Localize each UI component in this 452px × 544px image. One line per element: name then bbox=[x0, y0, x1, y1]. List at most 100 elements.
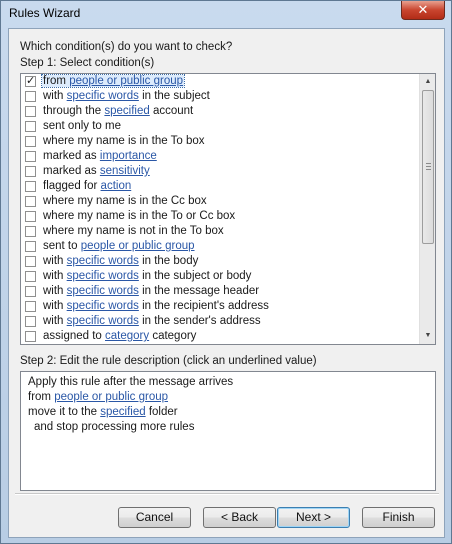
scroll-down-icon[interactable]: ▼ bbox=[420, 328, 436, 344]
underlined-value-link[interactable]: specific words bbox=[67, 300, 139, 312]
condition-item[interactable]: with specific words in the subject bbox=[21, 89, 420, 104]
condition-item[interactable]: sent only to me bbox=[21, 119, 420, 134]
condition-item[interactable]: where my name is in the To or Cc box bbox=[21, 209, 420, 224]
underlined-value-link[interactable]: importance bbox=[100, 150, 157, 162]
text-segment: in the subject or body bbox=[138, 270, 252, 282]
conditions-scrollbar[interactable]: ▲ ▼ bbox=[419, 74, 435, 344]
condition-label: where my name is in the To or Cc box bbox=[42, 210, 236, 222]
underlined-value-link[interactable]: people or public group bbox=[69, 75, 183, 87]
text-segment: in the body bbox=[138, 255, 199, 267]
text-segment: folder bbox=[145, 406, 178, 418]
description-line: and stop processing more rules bbox=[28, 420, 428, 435]
text-segment: from bbox=[28, 391, 55, 403]
condition-checkbox[interactable] bbox=[25, 181, 36, 192]
condition-label: assigned to category category bbox=[42, 330, 197, 342]
condition-item[interactable]: with specific words in the body bbox=[21, 254, 420, 269]
question-label: Which condition(s) do you want to check? bbox=[20, 41, 233, 53]
condition-checkbox[interactable] bbox=[25, 166, 36, 177]
condition-label: marked as importance bbox=[42, 150, 158, 162]
title-bar[interactable]: Rules Wizard ✕ bbox=[1, 1, 451, 27]
text-segment: with bbox=[43, 285, 67, 297]
underlined-value-link[interactable]: people or public group bbox=[54, 391, 168, 403]
condition-checkbox[interactable] bbox=[25, 226, 36, 237]
condition-checkbox[interactable] bbox=[25, 106, 36, 117]
text-segment: with bbox=[43, 315, 67, 327]
underlined-value-link[interactable]: category bbox=[105, 330, 149, 342]
condition-label: with specific words in the subject bbox=[42, 90, 211, 102]
condition-label: where my name is in the To box bbox=[42, 135, 206, 147]
condition-item[interactable]: marked as sensitivity bbox=[21, 164, 420, 179]
text-segment: and stop processing more rules bbox=[34, 421, 195, 433]
condition-checkbox[interactable] bbox=[25, 256, 36, 267]
condition-item[interactable]: flagged for action bbox=[21, 179, 420, 194]
text-segment: category bbox=[149, 330, 197, 342]
text-segment: in the subject bbox=[138, 90, 210, 102]
condition-label: with specific words in the subject or bo… bbox=[42, 270, 252, 282]
condition-checkbox[interactable] bbox=[25, 316, 36, 327]
condition-checkbox[interactable] bbox=[25, 286, 36, 297]
condition-checkbox[interactable] bbox=[25, 271, 36, 282]
condition-item[interactable]: where my name is in the To box bbox=[21, 134, 420, 149]
condition-label: from people or public group bbox=[40, 74, 186, 88]
text-segment: through the bbox=[43, 105, 105, 117]
underlined-value-link[interactable]: specific words bbox=[67, 255, 139, 267]
condition-checkbox[interactable] bbox=[25, 301, 36, 312]
scroll-thumb[interactable] bbox=[422, 90, 434, 244]
text-segment: sent to bbox=[43, 240, 81, 252]
underlined-value-link[interactable]: people or public group bbox=[81, 240, 195, 252]
condition-item[interactable]: with specific words in the sender's addr… bbox=[21, 314, 420, 329]
condition-item[interactable]: assigned to category category bbox=[21, 329, 420, 344]
text-segment: in the sender's address bbox=[138, 315, 261, 327]
underlined-value-link[interactable]: specific words bbox=[67, 285, 139, 297]
step1-label: Step 1: Select condition(s) bbox=[20, 57, 155, 69]
scroll-up-icon[interactable]: ▲ bbox=[420, 74, 436, 90]
text-segment: with bbox=[43, 255, 67, 267]
condition-checkbox[interactable] bbox=[25, 91, 36, 102]
text-segment: assigned to bbox=[43, 330, 106, 342]
condition-checkbox[interactable] bbox=[25, 211, 36, 222]
text-segment: with bbox=[43, 300, 67, 312]
cancel-button[interactable]: Cancel bbox=[118, 507, 191, 528]
condition-checkbox[interactable] bbox=[25, 331, 36, 342]
condition-item[interactable]: with specific words in the subject or bo… bbox=[21, 269, 420, 284]
condition-label: with specific words in the message heade… bbox=[42, 285, 260, 297]
underlined-value-link[interactable]: specific words bbox=[67, 315, 139, 327]
condition-label: through the specified account bbox=[42, 105, 194, 117]
text-segment: in the recipient's address bbox=[138, 300, 269, 312]
condition-item[interactable]: with specific words in the recipient's a… bbox=[21, 299, 420, 314]
text-segment: where my name is not in the To box bbox=[43, 225, 224, 237]
close-button[interactable]: ✕ bbox=[401, 1, 445, 20]
underlined-value-link[interactable]: specific words bbox=[67, 270, 139, 282]
underlined-value-link[interactable]: specified bbox=[104, 105, 149, 117]
condition-label: sent to people or public group bbox=[42, 240, 196, 252]
condition-checkbox[interactable]: ✓ bbox=[25, 76, 36, 87]
text-segment: where my name is in the Cc box bbox=[43, 195, 207, 207]
condition-checkbox[interactable] bbox=[25, 196, 36, 207]
condition-item[interactable]: marked as importance bbox=[21, 149, 420, 164]
condition-checkbox[interactable] bbox=[25, 136, 36, 147]
condition-label: with specific words in the body bbox=[42, 255, 199, 267]
condition-item[interactable]: where my name is in the Cc box bbox=[21, 194, 420, 209]
finish-button[interactable]: Finish bbox=[362, 507, 435, 528]
underlined-value-link[interactable]: sensitivity bbox=[100, 165, 150, 177]
description-line: Apply this rule after the message arrive… bbox=[28, 375, 428, 390]
next-button[interactable]: Next > bbox=[277, 507, 350, 528]
text-segment: Apply this rule after the message arrive… bbox=[28, 376, 234, 388]
condition-item[interactable]: where my name is not in the To box bbox=[21, 224, 420, 239]
condition-checkbox[interactable] bbox=[25, 151, 36, 162]
condition-item[interactable]: through the specified account bbox=[21, 104, 420, 119]
condition-label: where my name is not in the To box bbox=[42, 225, 225, 237]
dialog-body: Which condition(s) do you want to check?… bbox=[8, 28, 445, 538]
back-button[interactable]: < Back bbox=[203, 507, 276, 528]
condition-item[interactable]: with specific words in the message heade… bbox=[21, 284, 420, 299]
conditions-listbox[interactable]: ✓ from people or public group with specifi… bbox=[20, 73, 436, 345]
text-segment: marked as bbox=[43, 165, 100, 177]
condition-label: marked as sensitivity bbox=[42, 165, 151, 177]
condition-checkbox[interactable] bbox=[25, 241, 36, 252]
underlined-value-link[interactable]: specific words bbox=[67, 90, 139, 102]
underlined-value-link[interactable]: action bbox=[101, 180, 132, 192]
condition-checkbox[interactable] bbox=[25, 121, 36, 132]
condition-item[interactable]: ✓ from people or public group bbox=[21, 74, 420, 89]
underlined-value-link[interactable]: specified bbox=[100, 406, 145, 418]
condition-item[interactable]: sent to people or public group bbox=[21, 239, 420, 254]
